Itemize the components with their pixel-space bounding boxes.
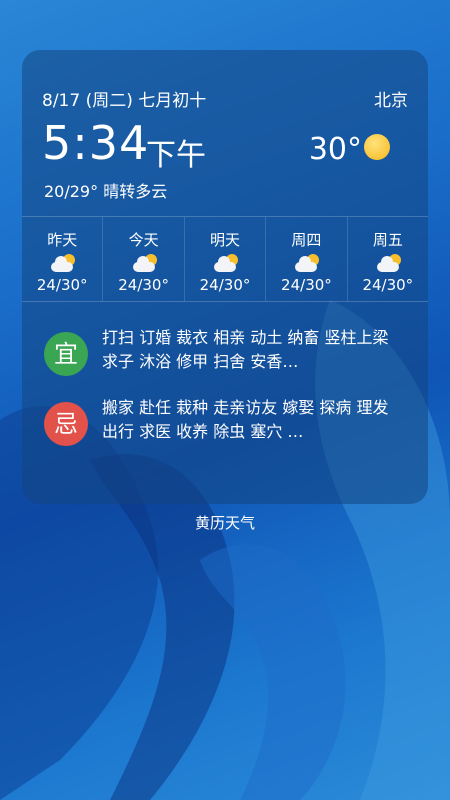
clock-ampm: 下午 — [146, 138, 206, 173]
forecast-day-label: 昨天 — [47, 231, 78, 249]
good-activities: 打扫 订婚 裁衣 相亲 动土 纳畜 竖柱上梁 求子 沐浴 修甲 扫舍 安香… — [102, 328, 389, 371]
clock-time: 5:34 — [42, 116, 150, 170]
today-summary: 20/29° 晴转多云 — [44, 182, 168, 201]
forecast-day-label: 周四 — [291, 231, 322, 249]
forecast-temp: 24/30° — [199, 276, 251, 294]
current-temperature: 30° — [308, 132, 362, 167]
forecast-temp: 24/30° — [36, 276, 88, 294]
city-label: 北京 — [374, 91, 408, 111]
partly-cloudy-icon — [49, 254, 76, 272]
partly-cloudy-icon — [131, 254, 157, 272]
forecast-day-label: 周五 — [372, 231, 403, 249]
forecast-temp: 24/30° — [118, 276, 169, 294]
bad-activities: 搬家 赴任 栽种 走亲访友 嫁娶 探病 理发 出行 求医 收养 除虫 塞穴 … — [102, 398, 389, 441]
date-label: 8/17 (周二) 七月初十 — [42, 91, 207, 111]
partly-cloudy-icon — [375, 254, 401, 272]
partly-cloudy-icon — [293, 254, 320, 272]
forecast-day: 昨天 24/30° — [22, 217, 102, 301]
bad-badge-icon: 忌 — [44, 402, 88, 446]
forecast-day-label: 明天 — [210, 231, 241, 249]
widget-name-label: 黄历天气 — [194, 514, 255, 532]
forecast-temp: 24/30° — [281, 276, 332, 294]
forecast-temp: 24/30° — [362, 276, 414, 294]
forecast-day: 今天 24/30° — [102, 217, 183, 301]
partly-cloudy-icon — [212, 254, 239, 272]
forecast-day: 周五 24/30° — [346, 217, 428, 301]
weather-almanac-widget[interactable]: 8/17 (周二) 七月初十 北京 5:34 下午 30° 20/29° 晴转多… — [22, 50, 428, 504]
sun-icon — [364, 134, 390, 160]
forecast-day: 周四 24/30° — [265, 217, 346, 301]
good-badge-icon: 宜 — [44, 332, 88, 376]
forecast-day: 明天 24/30° — [183, 217, 265, 301]
forecast-strip: 昨天 24/30° 今天 24/30° 明天 24/30° 周四 24/30° … — [22, 216, 428, 302]
forecast-day-label: 今天 — [128, 231, 159, 249]
